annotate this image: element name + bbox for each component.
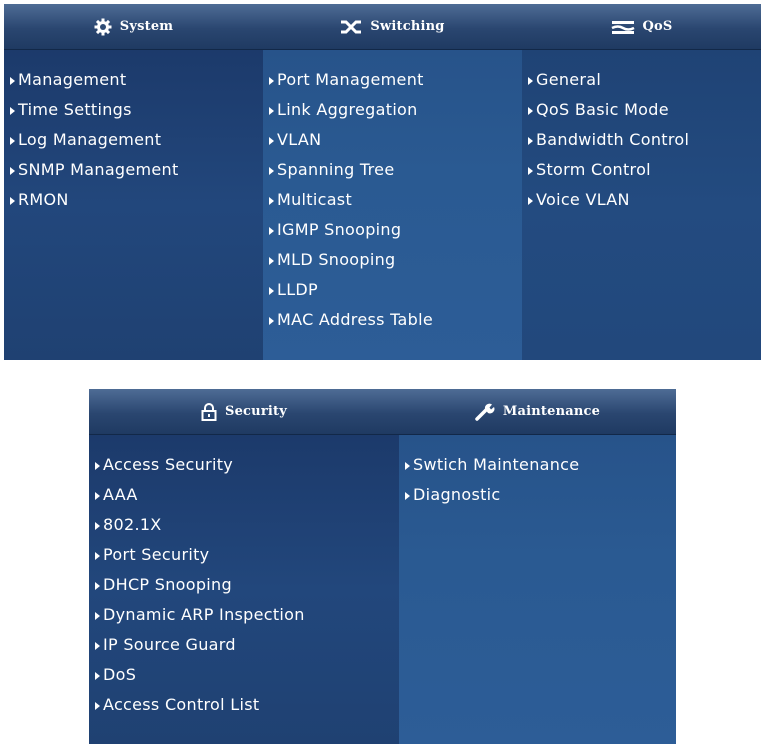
security-header-label: Security bbox=[225, 404, 287, 419]
system-header-label: System bbox=[119, 19, 174, 34]
menu-item-port-management[interactable]: Port Management bbox=[263, 64, 522, 94]
arrow-right-icon bbox=[10, 197, 15, 205]
arrow-right-icon bbox=[269, 227, 274, 235]
arrow-right-icon bbox=[269, 257, 274, 265]
arrow-right-icon bbox=[528, 107, 533, 115]
arrow-right-icon bbox=[405, 492, 410, 500]
menu-item-aaa[interactable]: AAA bbox=[89, 479, 399, 509]
arrow-right-icon bbox=[528, 197, 533, 205]
qos-header[interactable]: QoS bbox=[522, 4, 761, 50]
switch-arrows-icon bbox=[340, 19, 362, 35]
menu-item-ip-source-guard[interactable]: IP Source Guard bbox=[89, 629, 399, 659]
menu-item-spanning-tree[interactable]: Spanning Tree bbox=[263, 154, 522, 184]
menu-item-general[interactable]: General bbox=[522, 64, 761, 94]
arrow-right-icon bbox=[95, 522, 100, 530]
bottom-menu-panel: Security Maintenance Access Security AAA… bbox=[89, 389, 676, 744]
menu-item-snmp-management[interactable]: SNMP Management bbox=[4, 154, 263, 184]
menu-item-rmon[interactable]: RMON bbox=[4, 184, 263, 214]
security-header[interactable]: Security bbox=[89, 389, 399, 435]
menu-item-link-aggregation[interactable]: Link Aggregation bbox=[263, 94, 522, 124]
menu-item-mld-snooping[interactable]: MLD Snooping bbox=[263, 244, 522, 274]
arrow-right-icon bbox=[95, 462, 100, 470]
menu-item-dhcp-snooping[interactable]: DHCP Snooping bbox=[89, 569, 399, 599]
security-menu-column: Access Security AAA 802.1X Port Security… bbox=[89, 435, 399, 744]
arrow-right-icon bbox=[528, 77, 533, 85]
menu-item-storm-control[interactable]: Storm Control bbox=[522, 154, 761, 184]
menu-item-access-control-list[interactable]: Access Control List bbox=[89, 689, 399, 719]
arrow-right-icon bbox=[95, 672, 100, 680]
qos-lines-icon bbox=[610, 19, 635, 35]
menu-item-diagnostic[interactable]: Diagnostic bbox=[399, 479, 676, 509]
arrow-right-icon bbox=[269, 137, 274, 145]
menu-item-switch-maintenance[interactable]: Swtich Maintenance bbox=[399, 449, 676, 479]
bottom-menu-header-row: Security Maintenance bbox=[89, 389, 676, 435]
menu-item-dynamic-arp-inspection[interactable]: Dynamic ARP Inspection bbox=[89, 599, 399, 629]
switching-header[interactable]: Switching bbox=[263, 4, 522, 50]
arrow-right-icon bbox=[10, 137, 15, 145]
switching-header-label: Switching bbox=[370, 19, 445, 34]
gear-icon bbox=[94, 18, 112, 36]
arrow-right-icon bbox=[95, 642, 100, 650]
bottom-menu-body: Access Security AAA 802.1X Port Security… bbox=[89, 435, 676, 744]
wrench-icon bbox=[475, 403, 495, 421]
arrow-right-icon bbox=[269, 77, 274, 85]
arrow-right-icon bbox=[405, 462, 410, 470]
arrow-right-icon bbox=[528, 137, 533, 145]
arrow-right-icon bbox=[95, 552, 100, 560]
arrow-right-icon bbox=[95, 492, 100, 500]
menu-item-dos[interactable]: DoS bbox=[89, 659, 399, 689]
menu-item-qos-basic-mode[interactable]: QoS Basic Mode bbox=[522, 94, 761, 124]
lock-icon bbox=[201, 402, 217, 421]
qos-menu-column: General QoS Basic Mode Bandwidth Control… bbox=[522, 50, 761, 360]
menu-item-time-settings[interactable]: Time Settings bbox=[4, 94, 263, 124]
menu-item-log-management[interactable]: Log Management bbox=[4, 124, 263, 154]
arrow-right-icon bbox=[95, 582, 100, 590]
menu-item-igmp-snooping[interactable]: IGMP Snooping bbox=[263, 214, 522, 244]
menu-item-bandwidth-control[interactable]: Bandwidth Control bbox=[522, 124, 761, 154]
arrow-right-icon bbox=[269, 107, 274, 115]
maintenance-menu-column: Swtich Maintenance Diagnostic bbox=[399, 435, 676, 744]
arrow-right-icon bbox=[95, 612, 100, 620]
menu-item-multicast[interactable]: Multicast bbox=[263, 184, 522, 214]
system-header[interactable]: System bbox=[4, 4, 263, 50]
top-menu-panel: System Switching QoS Management Time Set… bbox=[4, 4, 761, 360]
menu-item-management[interactable]: Management bbox=[4, 64, 263, 94]
menu-item-mac-address-table[interactable]: MAC Address Table bbox=[263, 304, 522, 334]
arrow-right-icon bbox=[528, 167, 533, 175]
menu-item-access-security[interactable]: Access Security bbox=[89, 449, 399, 479]
arrow-right-icon bbox=[269, 317, 274, 325]
top-menu-header-row: System Switching QoS bbox=[4, 4, 761, 50]
arrow-right-icon bbox=[10, 107, 15, 115]
arrow-right-icon bbox=[10, 77, 15, 85]
maintenance-header-label: Maintenance bbox=[502, 404, 601, 419]
system-menu-column: Management Time Settings Log Management … bbox=[4, 50, 263, 360]
arrow-right-icon bbox=[269, 197, 274, 205]
arrow-right-icon bbox=[269, 287, 274, 295]
arrow-right-icon bbox=[95, 702, 100, 710]
menu-item-lldp[interactable]: LLDP bbox=[263, 274, 522, 304]
menu-item-vlan[interactable]: VLAN bbox=[263, 124, 522, 154]
menu-item-voice-vlan[interactable]: Voice VLAN bbox=[522, 184, 761, 214]
top-menu-body: Management Time Settings Log Management … bbox=[4, 50, 761, 360]
maintenance-header[interactable]: Maintenance bbox=[399, 389, 676, 435]
menu-item-port-security[interactable]: Port Security bbox=[89, 539, 399, 569]
qos-header-label: QoS bbox=[642, 19, 673, 34]
arrow-right-icon bbox=[10, 167, 15, 175]
switching-menu-column: Port Management Link Aggregation VLAN Sp… bbox=[263, 50, 522, 360]
menu-item-802-1x[interactable]: 802.1X bbox=[89, 509, 399, 539]
arrow-right-icon bbox=[269, 167, 274, 175]
